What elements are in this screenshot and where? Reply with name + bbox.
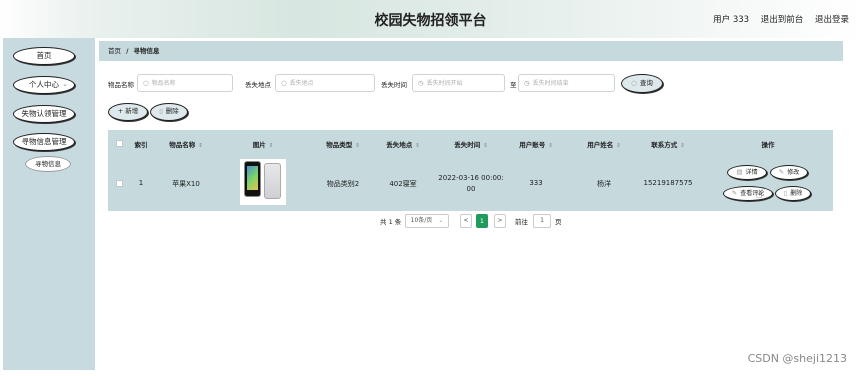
top-header: 校园失物招领平台 用户 333 退出到前台 退出登录 <box>0 0 861 38</box>
breadcrumb-current: 寻物信息 <box>133 47 160 55</box>
row-delete-button[interactable]: ▯ 删除 <box>775 186 811 201</box>
place-search-input[interactable]: ○ 丢失地点 <box>275 74 375 92</box>
phone-front-image <box>244 161 261 197</box>
cell-place: 402寝室 <box>389 180 417 188</box>
cell-phone: 15219187575 <box>643 179 693 187</box>
sort-icon: ⇕ <box>415 143 420 149</box>
cell-account: 333 <box>529 179 543 187</box>
time-label: 丢失时间 <box>381 81 407 89</box>
logout-link[interactable]: 退出登录 <box>815 15 849 25</box>
sort-icon: ⇕ <box>548 143 553 149</box>
phone-back-image <box>264 163 281 199</box>
clock-icon: ◷ <box>524 79 530 87</box>
back-to-front-link[interactable]: 退出到前台 <box>761 15 804 25</box>
header-type[interactable]: 物品类型 ⇕ <box>308 139 378 149</box>
trash-icon: ▯ <box>783 189 788 197</box>
to-label: 至 <box>510 81 517 89</box>
place-label: 丢失地点 <box>245 81 271 89</box>
header-time[interactable]: 丢失时间 ⇕ <box>441 139 501 149</box>
sidebar-subitem-search-info[interactable]: 寻物信息 <box>25 156 71 172</box>
sidebar-item-search-info[interactable]: 寻物信息管理 <box>13 133 75 151</box>
breadcrumb-home[interactable]: 首页 <box>108 47 121 55</box>
chevron-down-icon: ⌄ <box>438 217 444 224</box>
watermark: CSDN @sheji1213 <box>747 352 847 365</box>
name-search-input[interactable]: ○ 物品名称 <box>137 74 233 92</box>
header-account[interactable]: 用户账号 ⇕ <box>506 139 566 149</box>
page-number-current[interactable]: 1 <box>476 214 488 228</box>
page-size-select[interactable]: 10条/页 ⌄ <box>405 214 449 228</box>
search-icon: ○ <box>143 79 149 87</box>
mouse-cursor-icon: ☝ <box>756 190 763 201</box>
name-label: 物品名称 <box>108 81 134 89</box>
sort-icon: ⇕ <box>198 143 203 149</box>
next-page-button[interactable]: > <box>494 214 506 228</box>
cell-index: 1 <box>138 179 144 187</box>
edit-icon: ✎ <box>731 189 738 197</box>
cell-type: 物品类别2 <box>326 180 360 188</box>
header-username[interactable]: 用户姓名 ⇕ <box>574 139 634 149</box>
cell-username: 杨洋 <box>597 180 611 188</box>
header-place[interactable]: 丢失地点 ⇕ <box>373 139 433 149</box>
pagination-total: 共 1 条 <box>380 218 402 226</box>
sort-icon: ⇕ <box>616 143 621 149</box>
trash-icon: ▯ <box>159 107 163 115</box>
current-user: 用户 333 <box>713 15 750 25</box>
sidebar: 首页 个人中心 ⌄ 失物认领管理 寻物信息管理 寻物信息 <box>3 38 95 370</box>
cell-name: 苹果X10 <box>172 180 200 188</box>
query-button[interactable]: ○ 查询 <box>621 74 663 93</box>
header-phone[interactable]: 联系方式 ⇕ <box>638 139 698 149</box>
select-all-checkbox[interactable] <box>116 140 123 147</box>
cell-time: 2022-03-16 00:00: 00 <box>438 174 504 193</box>
sidebar-item-home[interactable]: 首页 <box>13 47 75 65</box>
item-image <box>240 159 286 205</box>
sidebar-item-lost-claim[interactable]: 失物认领管理 <box>13 105 75 123</box>
clock-icon: ◷ <box>418 79 424 87</box>
sort-icon: ⇕ <box>268 143 274 149</box>
row-checkbox[interactable] <box>116 180 123 187</box>
sidebar-item-personal-center[interactable]: 个人中心 ⌄ <box>13 76 75 94</box>
edit-icon: ✎ <box>778 168 785 176</box>
data-table: 索引 物品名称 ⇕ 图片 ⇕ 物品类型 ⇕ 丢失地点 ⇕ 丢失时间 ⇕ 用户账号 ⇕ 用户姓… <box>108 130 833 211</box>
header-name[interactable]: 物品名称 ⇕ <box>156 139 216 149</box>
page-unit-label: 页 <box>555 218 562 226</box>
time-end-input[interactable]: ◷ 丢失时间结束 <box>518 74 615 92</box>
header-index: 索引 <box>134 141 148 149</box>
breadcrumb-separator: / <box>126 47 129 55</box>
filter-bar: 物品名称 ○ 物品名称 丢失地点 ○ 丢失地点 丢失时间 ◷ 丢失时间开始 至 ◷ 丢失… <box>99 74 849 94</box>
sort-icon: ⇕ <box>355 143 360 149</box>
header-ops: 操作 <box>761 141 775 149</box>
time-start-input[interactable]: ◷ 丢失时间开始 <box>412 74 505 92</box>
chevron-down-icon: ⌄ <box>62 80 68 88</box>
header-user-area: 用户 333 退出到前台 退出登录 <box>704 13 849 25</box>
goto-page-input[interactable]: 1 <box>533 214 551 228</box>
search-icon: ○ <box>281 79 287 87</box>
sort-icon: ⇕ <box>483 143 488 149</box>
sidebar-item-label: 个人中心 <box>29 80 59 89</box>
sort-icon: ⇕ <box>680 143 685 149</box>
header-image[interactable]: 图片 ⇕ <box>233 139 293 149</box>
edit-button[interactable]: ✎ 修改 <box>770 165 808 180</box>
breadcrumb: 首页 / 寻物信息 <box>99 41 843 61</box>
delete-button[interactable]: ▯ 删除 <box>150 103 188 121</box>
add-button[interactable]: + 新增 <box>108 103 148 121</box>
goto-label: 前往 <box>515 218 528 226</box>
search-icon: ○ <box>631 79 637 87</box>
view-comments-button[interactable]: ✎ 查看评论 <box>723 186 773 201</box>
document-icon: ▤ <box>736 168 743 176</box>
prev-page-button[interactable]: < <box>460 214 472 228</box>
detail-button[interactable]: ▤ 详情 <box>727 165 767 180</box>
